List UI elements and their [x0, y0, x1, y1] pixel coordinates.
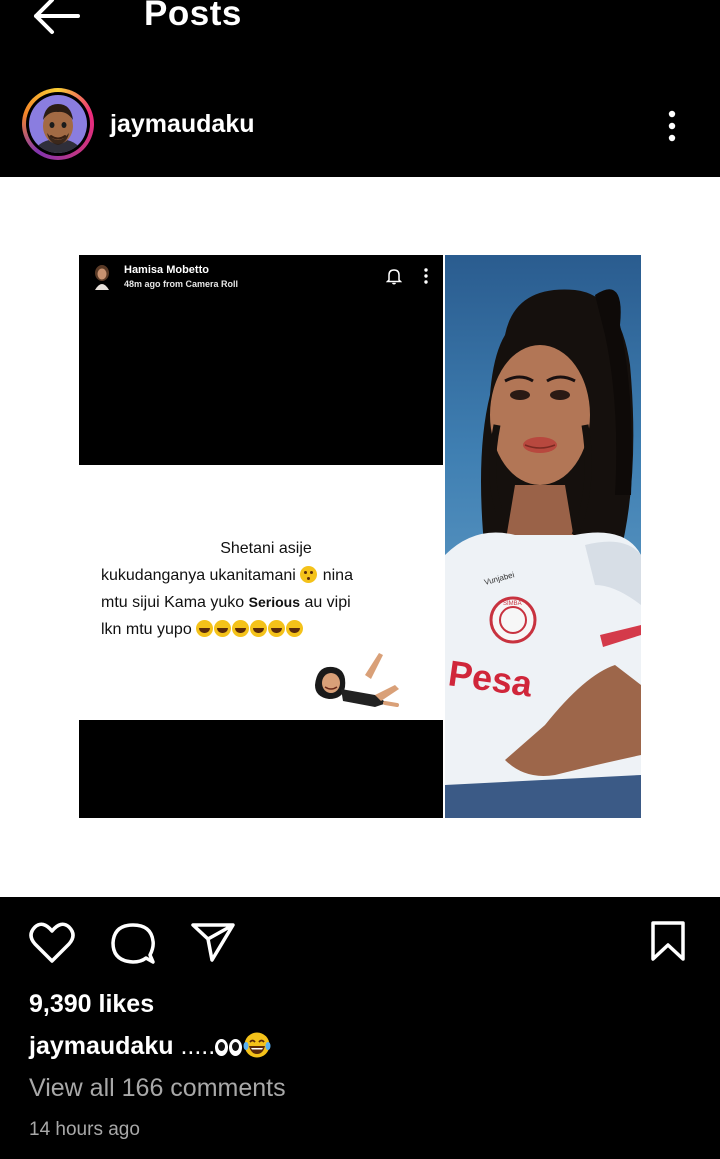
story-text-line-1: Shetani asije — [220, 540, 312, 557]
story-more-icon — [424, 268, 428, 284]
story-text-line-4: lkn mtu yupo — [101, 619, 304, 638]
story-author-name: Hamisa Mobetto — [124, 264, 209, 276]
bitmoji-sticker — [315, 653, 399, 707]
more-vertical-icon — [668, 110, 676, 142]
send-icon[interactable] — [190, 921, 236, 963]
story-footer-area — [79, 720, 443, 818]
laughing-emoji — [286, 619, 304, 637]
story-header-area: Hamisa Mobetto 48m ago from Camera Roll — [79, 255, 443, 465]
story-text-line-3: mtu sijui Kama yuko Serious au vipi — [101, 594, 351, 611]
view-all-comments-link[interactable]: View all 166 comments — [29, 1074, 286, 1103]
heart-icon[interactable] — [28, 921, 76, 965]
likes-count[interactable]: 9,390 likes — [29, 990, 154, 1019]
laughing-emoji — [214, 619, 232, 637]
caption-username[interactable]: jaymaudaku — [29, 1032, 174, 1060]
laughing-emojis — [196, 619, 304, 638]
back-button[interactable] — [28, 0, 84, 40]
story-screenshot: Hamisa Mobetto 48m ago from Camera Roll … — [79, 255, 443, 818]
comment-icon[interactable] — [110, 921, 156, 967]
post-header: jaymaudaku — [0, 86, 720, 166]
story-avatar-icon — [95, 265, 109, 290]
woman-photo: SIMBA Vunjabei Pesa — [445, 255, 641, 818]
memoji-avatar-icon — [29, 95, 87, 153]
bell-icon — [386, 269, 402, 285]
page-title: Posts — [144, 0, 242, 33]
laughing-emoji — [196, 619, 214, 637]
post-image[interactable]: Hamisa Mobetto 48m ago from Camera Roll … — [0, 177, 720, 897]
story-meta: 48m ago from Camera Roll — [124, 279, 239, 289]
arrow-left-icon — [34, 0, 80, 34]
photo-illustration: SIMBA Vunjabei Pesa — [445, 289, 641, 818]
caption-text: ..... — [173, 1032, 216, 1060]
story-text: Shetani asije kukudanganya ukanitamani n… — [101, 536, 431, 643]
flushed-emoji — [300, 565, 318, 583]
svg-text:SIMBA: SIMBA — [503, 601, 522, 607]
post-username[interactable]: jaymaudaku — [110, 110, 255, 139]
bookmark-icon[interactable] — [650, 920, 686, 962]
image-collage: Hamisa Mobetto 48m ago from Camera Roll … — [79, 255, 641, 818]
laughing-emoji — [250, 619, 268, 637]
top-bar: Posts — [0, 0, 720, 60]
laughing-emoji — [268, 619, 286, 637]
caption: jaymaudaku ..... — [29, 1031, 271, 1061]
eyes-emoji-icon — [215, 1032, 243, 1060]
post-timestamp: 14 hours ago — [29, 1119, 140, 1140]
more-options-button[interactable] — [660, 108, 684, 148]
story-text-line-2: kukudanganya ukanitamani nina — [101, 565, 353, 584]
post-actions — [0, 897, 720, 987]
avatar[interactable] — [22, 88, 94, 160]
laughing-emoji — [232, 619, 250, 637]
laughing-tears-emoji-icon — [243, 1032, 271, 1058]
